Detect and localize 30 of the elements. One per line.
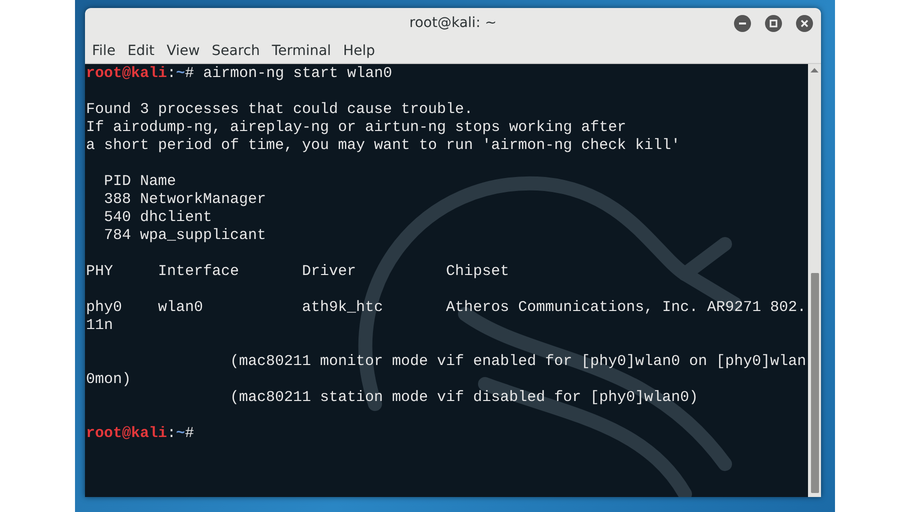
prompt-line: root@kali:~# — [86, 425, 196, 443]
output-line: 11n — [86, 317, 114, 334]
menu-item[interactable]: View — [162, 40, 205, 60]
output-line: 388 NetworkManager — [103, 191, 266, 208]
prompt-line: root@kali:~# airmon-ng start wlan0 — [86, 65, 394, 83]
output-line: phy0 wlan0 ath9k_htc Atheros Communications, Inc. AR9271 802. — [86, 299, 806, 316]
output-line: 540 dhclient — [103, 209, 212, 226]
scrollbar-thumb[interactable] — [810, 273, 818, 493]
menu-item[interactable]: Help — [338, 40, 380, 60]
up-arrow-icon[interactable] — [810, 67, 819, 73]
menu-item[interactable]: File — [87, 40, 120, 60]
close-button[interactable] — [796, 15, 813, 32]
menu-item[interactable]: Search — [206, 40, 265, 60]
output-line: 0mon) — [86, 371, 132, 388]
output-line: a short period of time, you may want to run 'airmon-ng check kill' — [86, 137, 680, 154]
scrollbar[interactable] — [808, 64, 821, 497]
maximize-button[interactable] — [765, 15, 782, 32]
output-line: If airodump-ng, aireplay-ng or airtun-ng stops working after — [86, 119, 626, 136]
menu-item[interactable]: Terminal — [266, 40, 336, 60]
menu-item[interactable]: Edit — [122, 40, 160, 60]
output-line: 784 wpa_supplicant — [103, 227, 266, 244]
output-line: (mac80211 monitor mode vif enabled for [phy0]wlan0 on [phy0]wlan — [229, 353, 806, 370]
output-line: Found 3 processes that could cause trouble. — [86, 101, 474, 118]
output-line: PID Name — [103, 173, 176, 190]
close-icon — [800, 19, 809, 28]
window-title: root@kali: ~ — [409, 15, 497, 31]
minimize-button[interactable] — [734, 15, 751, 32]
maximize-icon — [769, 19, 778, 28]
output-line: (mac80211 station mode vif disabled for [phy0]wlan0) — [229, 389, 698, 406]
output-line: PHY Interface Driver Chipset — [86, 263, 510, 280]
